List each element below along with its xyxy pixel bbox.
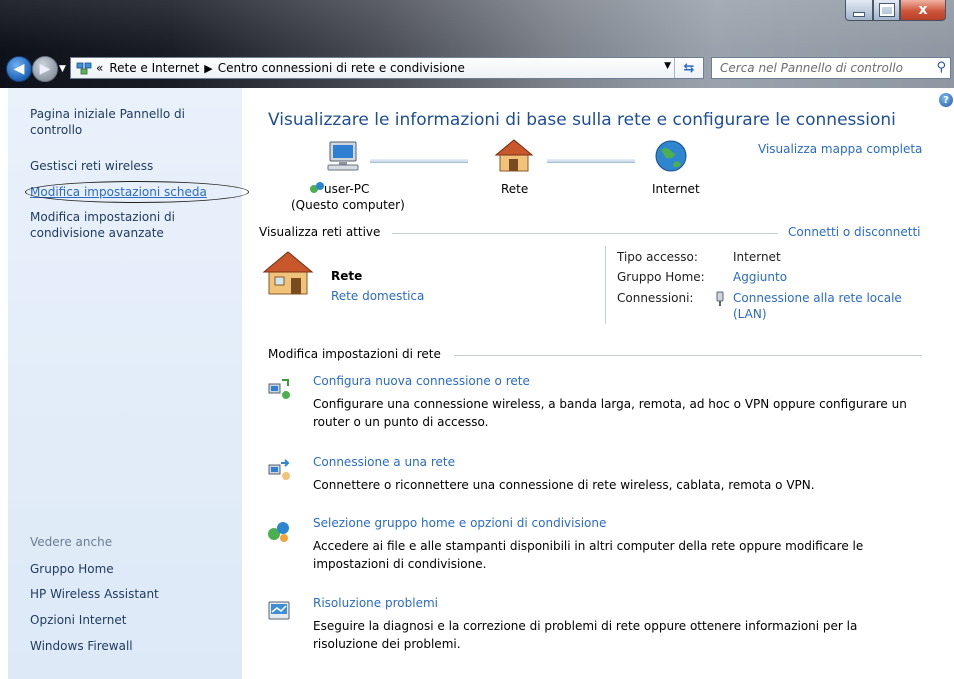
connect-disconnect-link[interactable]: Connetti o disconnetti (788, 225, 921, 239)
task-homegroup-link[interactable]: Selezione gruppo home e opzioni di condi… (313, 516, 606, 530)
close-button[interactable]: x (900, 0, 946, 21)
task-troubleshoot-desc: Eseguire la diagnosi e la correzione di … (313, 619, 858, 651)
task-connect-network-desc: Connettere o riconnettere una connession… (313, 478, 815, 492)
task-new-connection-desc: Configurare una connessione wireless, a … (313, 397, 907, 429)
navigation-bar: ◀ ▶ ▼ « Rete e Internet ▶ Centro conness… (0, 52, 954, 84)
connection-lan-link-line2[interactable]: (LAN) (733, 307, 767, 321)
active-network-name: Rete (331, 269, 363, 283)
recent-pages-dropdown[interactable]: ▼ (59, 64, 66, 74)
sidebar-item-condivisione-avanzate[interactable]: Modifica impostazioni di condivisione av… (30, 209, 220, 241)
page-title: Visualizzare le informazioni di base sul… (268, 110, 896, 130)
highlight-oval (25, 181, 249, 203)
breadcrumb-overflow[interactable]: « (96, 61, 103, 75)
section-divider (392, 233, 778, 234)
connect-network-icon (268, 459, 290, 480)
help-icon[interactable]: ? (939, 93, 953, 107)
minimize-button[interactable] (845, 0, 873, 21)
computer-icon (327, 141, 359, 171)
forward-arrow-icon: ▶ (39, 61, 51, 77)
back-arrow-icon: ◀ (13, 61, 25, 77)
user-pc-icon (310, 182, 324, 193)
sidebar: Pagina iniziale Pannello di controllo Ge… (8, 88, 249, 679)
internet-globe-icon (655, 140, 687, 172)
access-type-label: Tipo accesso: (617, 250, 698, 264)
connection-lan-link-line1[interactable]: Connessione alla rete locale (733, 291, 902, 305)
home-network-icon (494, 139, 534, 172)
access-type-value: Internet (733, 250, 781, 264)
vertical-divider (605, 246, 606, 324)
active-networks-header: Visualizza reti attive (259, 225, 381, 239)
task-homegroup-desc: Accedere ai file e alle stampanti dispon… (313, 539, 864, 571)
back-button[interactable]: ◀ (6, 56, 32, 82)
forward-button[interactable]: ▶ (32, 56, 58, 82)
full-map-link[interactable]: Visualizza mappa completa (758, 142, 922, 156)
maximize-icon (878, 3, 895, 17)
refresh-icon: ⇆ (683, 60, 695, 76)
address-bar[interactable]: « Rete e Internet ▶ Centro connessioni d… (70, 57, 704, 79)
see-also-hp-wireless[interactable]: HP Wireless Assistant (30, 586, 159, 602)
task-connect-network-link[interactable]: Connessione a una rete (313, 455, 455, 469)
map-connection-line (547, 158, 635, 163)
network-type-link[interactable]: Rete domestica (331, 289, 424, 303)
map-computer-name: user-PC (324, 182, 370, 196)
map-network-label: Rete (501, 182, 529, 196)
breadcrumb-centro-connessioni[interactable]: Centro connessioni di rete e condivision… (218, 61, 465, 75)
minimize-icon (853, 11, 865, 17)
settings-header: Modifica impostazioni di rete (268, 347, 441, 361)
maximize-button[interactable] (873, 0, 900, 21)
main-panel: ? Visualizzare le informazioni di base s… (242, 88, 954, 679)
see-also-opzioni-internet[interactable]: Opzioni Internet (30, 612, 126, 628)
window: x ◀ ▶ ▼ « Rete e Internet ▶ Centro conne… (0, 0, 954, 679)
section-divider (454, 355, 922, 356)
map-computer-note: (Questo computer) (291, 198, 405, 212)
search-box[interactable]: Cerca nel Pannello di controllo ⚲ (711, 57, 951, 79)
new-connection-icon (268, 379, 290, 399)
map-internet-label: Internet (652, 182, 700, 196)
ethernet-plug-icon (716, 291, 724, 306)
window-controls: x (845, 0, 946, 21)
network-control-panel-icon (76, 62, 92, 75)
address-dropdown-icon[interactable]: ▼ (664, 61, 671, 71)
homegroup-icon (268, 522, 289, 542)
search-placeholder: Cerca nel Pannello di controllo (720, 61, 903, 75)
homegroup-value-link[interactable]: Aggiunto (733, 270, 787, 284)
sidebar-item-pannello-home[interactable]: Pagina iniziale Pannello di controllo (30, 106, 220, 138)
sidebar-item-gestisci-wireless[interactable]: Gestisci reti wireless (30, 158, 153, 174)
content-area: Pagina iniziale Pannello di controllo Ge… (8, 88, 954, 679)
task-troubleshoot-link[interactable]: Risoluzione problemi (313, 596, 438, 610)
search-icon[interactable]: ⚲ (936, 60, 946, 75)
home-network-large-icon (262, 251, 314, 295)
connections-label: Connessioni: (617, 291, 694, 305)
task-new-connection-link[interactable]: Configura nuova connessione o rete (313, 374, 530, 388)
refresh-button[interactable]: ⇆ (674, 58, 703, 78)
homegroup-label: Gruppo Home: (617, 270, 705, 284)
breadcrumb-separator-icon[interactable]: ▶ (204, 62, 212, 75)
troubleshoot-icon (268, 601, 290, 620)
breadcrumb-rete-internet[interactable]: Rete e Internet (109, 61, 199, 75)
see-also-windows-firewall[interactable]: Windows Firewall (30, 638, 133, 654)
see-also-heading: Vedere anche (30, 535, 113, 549)
map-connection-line (370, 158, 468, 163)
see-also-gruppo-home[interactable]: Gruppo Home (30, 561, 114, 577)
